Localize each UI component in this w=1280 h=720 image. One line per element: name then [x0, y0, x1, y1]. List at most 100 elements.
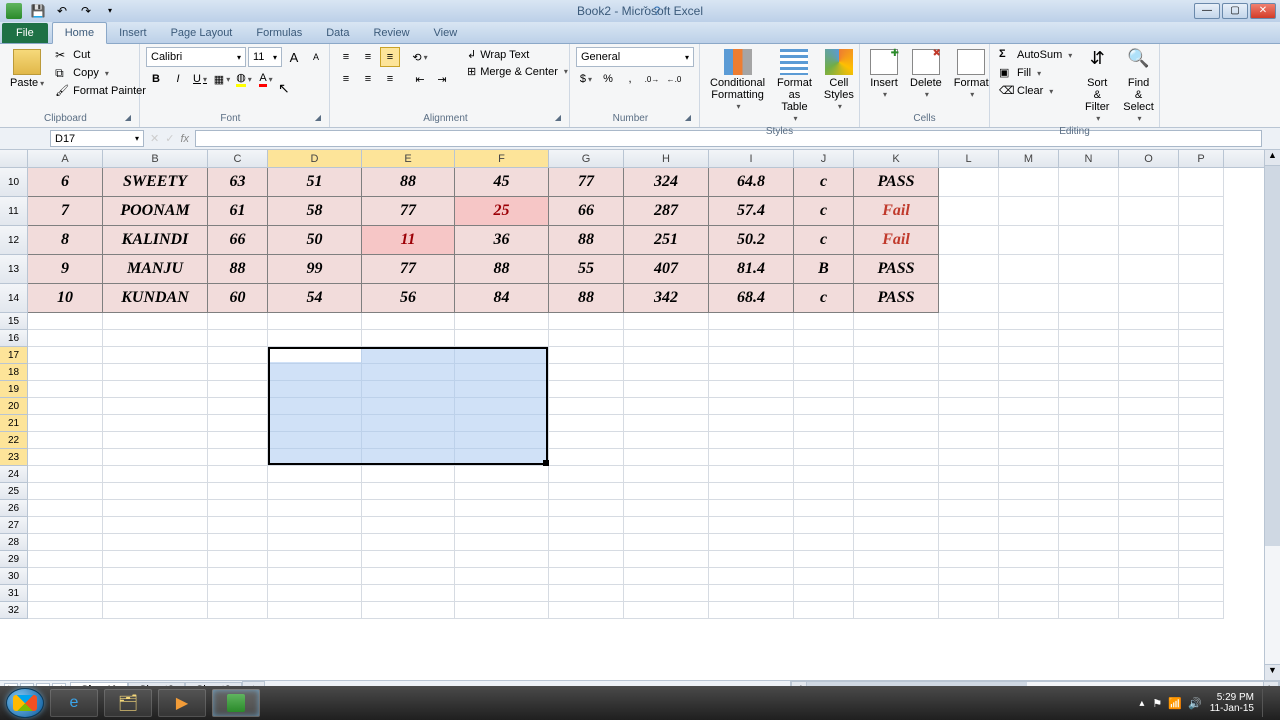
cell[interactable] — [549, 432, 624, 449]
cell[interactable] — [1119, 483, 1179, 500]
increase-decimal-button[interactable]: .0→ — [642, 69, 662, 89]
row-header[interactable]: 19 — [0, 381, 28, 398]
cell[interactable] — [709, 347, 794, 364]
cell[interactable] — [208, 449, 268, 466]
cell[interactable] — [208, 347, 268, 364]
cell[interactable] — [208, 313, 268, 330]
cell[interactable] — [549, 415, 624, 432]
cell[interactable] — [709, 415, 794, 432]
cell[interactable] — [999, 585, 1059, 602]
align-top-button[interactable]: ≡ — [336, 47, 356, 67]
row-header[interactable]: 24 — [0, 466, 28, 483]
cell[interactable] — [549, 381, 624, 398]
cell[interactable] — [854, 551, 939, 568]
cell[interactable] — [455, 585, 549, 602]
cell[interactable] — [1179, 517, 1224, 534]
scroll-down-icon[interactable]: ▼ — [1265, 664, 1280, 680]
cell[interactable] — [28, 432, 103, 449]
cell[interactable]: 63 — [208, 168, 268, 197]
cell[interactable] — [1119, 226, 1179, 255]
cell[interactable] — [1119, 534, 1179, 551]
cell[interactable]: 60 — [208, 284, 268, 313]
cell[interactable] — [1179, 585, 1224, 602]
cell[interactable] — [1179, 255, 1224, 284]
conditional-formatting-button[interactable]: Conditional Formatting — [706, 47, 769, 114]
cell[interactable] — [854, 568, 939, 585]
column-header[interactable]: I — [709, 150, 794, 167]
active-cell[interactable] — [270, 349, 361, 362]
cell[interactable] — [854, 534, 939, 551]
cell[interactable]: Fail — [854, 226, 939, 255]
format-painter-button[interactable]: Format Painter — [52, 83, 149, 99]
cell[interactable] — [709, 534, 794, 551]
row-header[interactable]: 23 — [0, 449, 28, 466]
cell[interactable] — [624, 364, 709, 381]
cell[interactable] — [28, 534, 103, 551]
row-header[interactable]: 30 — [0, 568, 28, 585]
cell[interactable] — [999, 449, 1059, 466]
volume-icon[interactable]: 🔊 — [1188, 697, 1202, 710]
cell[interactable]: 11 — [362, 226, 455, 255]
close-app-button[interactable]: ✕ — [1250, 3, 1276, 19]
tab-insert[interactable]: Insert — [107, 23, 159, 43]
row-header[interactable]: 18 — [0, 364, 28, 381]
percent-button[interactable]: % — [598, 69, 618, 89]
cell[interactable] — [28, 483, 103, 500]
cell[interactable] — [999, 313, 1059, 330]
cell[interactable] — [999, 517, 1059, 534]
cell[interactable] — [208, 415, 268, 432]
cell[interactable] — [709, 364, 794, 381]
cell[interactable] — [854, 347, 939, 364]
cell[interactable] — [939, 449, 999, 466]
cell[interactable] — [999, 483, 1059, 500]
cell[interactable] — [28, 330, 103, 347]
cell[interactable] — [794, 534, 854, 551]
cell[interactable] — [1179, 330, 1224, 347]
cell[interactable] — [999, 330, 1059, 347]
cell[interactable]: 342 — [624, 284, 709, 313]
cell[interactable] — [854, 381, 939, 398]
qat-customize-icon[interactable]: ▾ — [102, 3, 118, 19]
cell[interactable] — [1119, 500, 1179, 517]
cell[interactable] — [1059, 255, 1119, 284]
cell[interactable] — [103, 381, 208, 398]
cell[interactable] — [939, 432, 999, 449]
cell[interactable] — [1119, 415, 1179, 432]
cell[interactable] — [208, 568, 268, 585]
cell[interactable] — [939, 226, 999, 255]
cell[interactable]: PASS — [854, 255, 939, 284]
cell[interactable] — [854, 500, 939, 517]
cell[interactable] — [1179, 568, 1224, 585]
font-name-combo[interactable]: Calibri▾ — [146, 47, 246, 67]
number-dialog-icon[interactable]: ◢ — [685, 113, 691, 122]
cell[interactable]: B — [794, 255, 854, 284]
cell[interactable]: 54 — [268, 284, 362, 313]
cell[interactable]: 64.8 — [709, 168, 794, 197]
cell[interactable]: 7 — [28, 197, 103, 226]
cell[interactable] — [1059, 483, 1119, 500]
cell[interactable] — [1059, 449, 1119, 466]
row-header[interactable]: 28 — [0, 534, 28, 551]
cell[interactable] — [549, 534, 624, 551]
delete-cells-button[interactable]: ✖Delete — [906, 47, 946, 102]
cell[interactable] — [28, 347, 103, 364]
taskbar-media-icon[interactable]: ▶ — [158, 689, 206, 717]
flag-icon[interactable]: ⚑ — [1152, 697, 1162, 710]
cell[interactable] — [939, 483, 999, 500]
cell[interactable]: 88 — [362, 168, 455, 197]
tab-data[interactable]: Data — [314, 23, 361, 43]
cell[interactable]: 66 — [549, 197, 624, 226]
cell[interactable] — [268, 466, 362, 483]
cell[interactable] — [1179, 313, 1224, 330]
cell[interactable]: MANJU — [103, 255, 208, 284]
cell[interactable] — [1179, 168, 1224, 197]
shrink-font-button[interactable]: A — [306, 47, 326, 67]
cell[interactable]: PASS — [854, 168, 939, 197]
cell[interactable] — [208, 432, 268, 449]
cell[interactable] — [999, 466, 1059, 483]
show-hidden-icon[interactable]: ▴ — [1139, 698, 1144, 709]
cell[interactable] — [794, 500, 854, 517]
cell[interactable] — [28, 466, 103, 483]
align-bottom-button[interactable]: ≡ — [380, 47, 400, 67]
cell[interactable] — [794, 602, 854, 619]
